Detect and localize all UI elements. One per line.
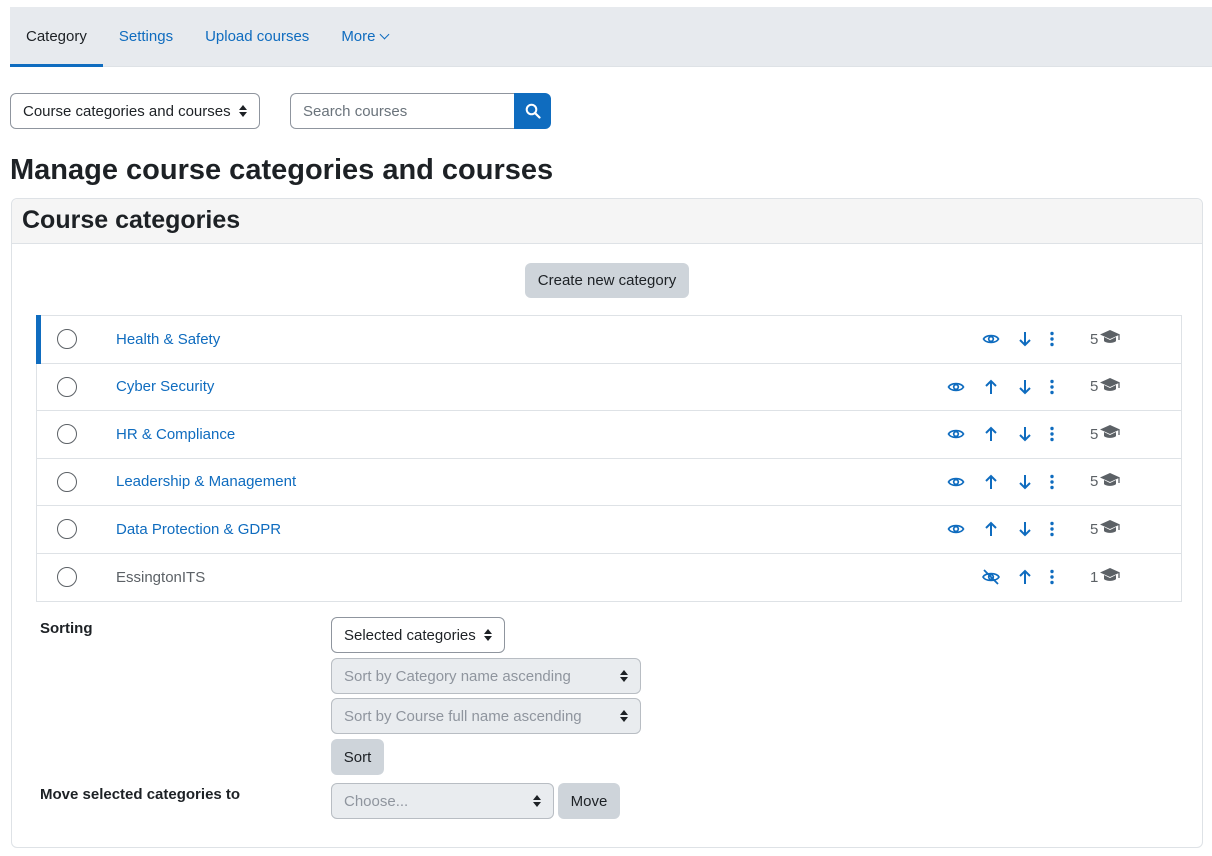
arrow-up-icon[interactable] xyxy=(981,424,1001,444)
arrow-down-icon[interactable] xyxy=(1015,519,1035,539)
category-name-link[interactable]: EssingtonITS xyxy=(116,569,205,586)
search-input[interactable] xyxy=(290,93,514,129)
course-sort-select[interactable]: Sort by Course full name ascending xyxy=(331,698,641,734)
arrow-down-icon[interactable] xyxy=(1015,329,1035,349)
arrow-up-icon[interactable] xyxy=(1015,567,1035,587)
page-title: Manage course categories and courses xyxy=(10,154,554,186)
select-caret-icon xyxy=(533,795,541,807)
category-select-checkbox[interactable] xyxy=(57,519,77,540)
course-count-value: 5 xyxy=(1090,473,1099,491)
category-list: Health & Safety 5 Cyber Security 5 HR & Comp… xyxy=(36,315,1182,602)
category-select-checkbox[interactable] xyxy=(57,424,77,445)
eye-icon[interactable] xyxy=(981,329,1001,349)
course-count-value: 5 xyxy=(1090,425,1099,443)
eye-icon[interactable] xyxy=(946,377,966,397)
select-caret-icon xyxy=(620,670,628,682)
tab-label: More xyxy=(341,28,376,45)
select-value: Sort by Course full name ascending xyxy=(344,707,582,725)
graduation-cap-icon xyxy=(1098,377,1121,397)
sort-scope-select[interactable]: Selected categories xyxy=(331,617,505,653)
select-value: Sort by Category name ascending xyxy=(344,667,571,685)
graduation-cap-icon xyxy=(1098,329,1121,349)
kebab-menu-icon[interactable] xyxy=(1042,472,1062,492)
kebab-menu-icon[interactable] xyxy=(1042,519,1062,539)
card-title: Course categories xyxy=(22,206,241,234)
create-new-category-button[interactable]: Create new category xyxy=(525,263,689,298)
category-row: Cyber Security 5 xyxy=(37,364,1181,411)
arrow-up-icon[interactable] xyxy=(981,377,1001,397)
graduation-cap-icon xyxy=(1098,567,1121,587)
kebab-menu-icon[interactable] xyxy=(1042,424,1062,444)
kebab-menu-icon[interactable] xyxy=(1042,567,1062,587)
category-name-link[interactable]: HR & Compliance xyxy=(116,426,235,443)
category-row: Data Protection & GDPR 5 xyxy=(37,506,1181,554)
select-value: Course categories and courses xyxy=(23,102,231,120)
search-button[interactable] xyxy=(514,93,551,129)
eye-icon[interactable] xyxy=(946,424,966,444)
graduation-cap-icon xyxy=(1098,519,1121,539)
tab-upload-courses[interactable]: Upload courses xyxy=(189,7,325,66)
course-count: 5 xyxy=(1090,424,1121,444)
select-value: Selected categories xyxy=(344,626,476,644)
tab-label: Upload courses xyxy=(205,28,310,45)
course-count-value: 5 xyxy=(1090,330,1099,348)
category-row: Health & Safety 5 xyxy=(36,315,1181,364)
search-icon xyxy=(525,103,541,119)
category-row: Leadership & Management 5 xyxy=(37,459,1181,506)
arrow-up-icon[interactable] xyxy=(981,472,1001,492)
course-count-value: 5 xyxy=(1090,520,1099,538)
course-count: 1 xyxy=(1090,567,1121,587)
select-caret-icon xyxy=(484,629,492,641)
kebab-menu-icon[interactable] xyxy=(1042,377,1062,397)
arrow-down-icon[interactable] xyxy=(1015,377,1035,397)
card-header: Course categories xyxy=(12,199,1202,244)
category-name-link[interactable]: Data Protection & GDPR xyxy=(116,521,281,538)
category-select-checkbox[interactable] xyxy=(57,329,77,350)
tab-settings[interactable]: Settings xyxy=(103,7,189,66)
move-label: Move selected categories to xyxy=(40,786,241,803)
tab-category[interactable]: Category xyxy=(10,7,103,67)
course-count: 5 xyxy=(1090,472,1121,492)
chevron-down-icon xyxy=(379,29,389,40)
tab-label: Category xyxy=(26,28,87,45)
category-select-checkbox[interactable] xyxy=(57,471,77,492)
course-count: 5 xyxy=(1090,519,1121,539)
secondary-navigation: Category Settings Upload courses More xyxy=(10,7,1212,67)
eye-icon[interactable] xyxy=(946,472,966,492)
kebab-menu-icon[interactable] xyxy=(1042,329,1062,349)
sort-button[interactable]: Sort xyxy=(331,739,384,775)
view-mode-select[interactable]: Course categories and courses xyxy=(10,93,260,129)
eye-icon[interactable] xyxy=(946,519,966,539)
category-name-link[interactable]: Leadership & Management xyxy=(116,473,296,490)
arrow-down-icon[interactable] xyxy=(1015,424,1035,444)
eye-slash-icon[interactable] xyxy=(981,567,1001,587)
tab-more[interactable]: More xyxy=(325,7,403,66)
graduation-cap-icon xyxy=(1098,424,1121,444)
category-name-link[interactable]: Cyber Security xyxy=(116,378,214,395)
category-name-link[interactable]: Health & Safety xyxy=(116,331,220,348)
arrow-down-icon[interactable] xyxy=(1015,472,1035,492)
category-select-checkbox[interactable] xyxy=(57,376,77,397)
select-value: Choose... xyxy=(344,792,409,810)
course-count-value: 1 xyxy=(1090,568,1099,586)
graduation-cap-icon xyxy=(1098,472,1121,492)
course-count-value: 5 xyxy=(1090,378,1099,396)
select-caret-icon xyxy=(239,105,247,117)
category-row: HR & Compliance 5 xyxy=(37,411,1181,459)
course-count: 5 xyxy=(1090,329,1121,349)
move-target-select[interactable]: Choose... xyxy=(331,783,554,819)
course-count: 5 xyxy=(1090,377,1121,397)
category-sort-select[interactable]: Sort by Category name ascending xyxy=(331,658,641,694)
course-search xyxy=(290,93,551,129)
category-select-checkbox[interactable] xyxy=(57,567,77,588)
sorting-label: Sorting xyxy=(40,620,93,637)
arrow-up-icon[interactable] xyxy=(981,519,1001,539)
tab-label: Settings xyxy=(118,28,174,45)
move-button[interactable]: Move xyxy=(558,783,620,819)
category-row: EssingtonITS 1 xyxy=(37,554,1181,602)
select-caret-icon xyxy=(620,710,628,722)
